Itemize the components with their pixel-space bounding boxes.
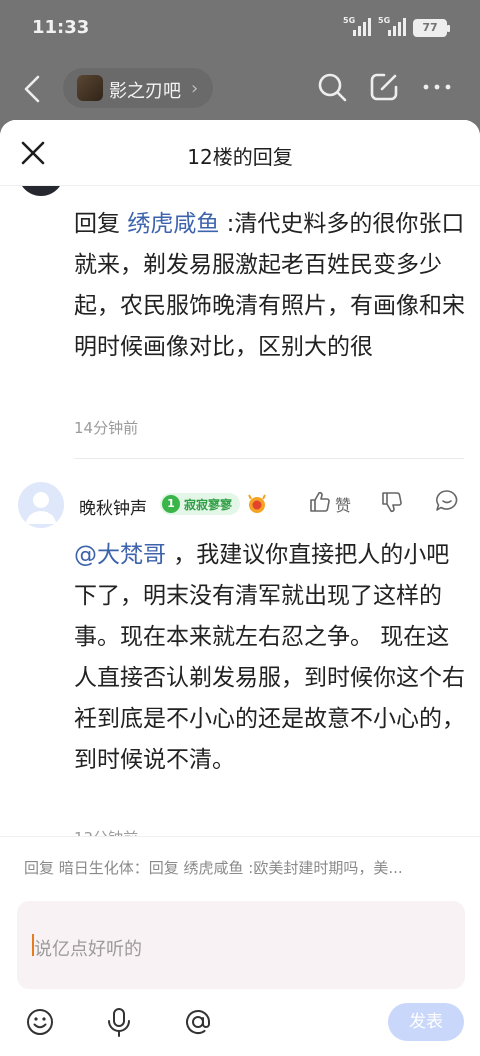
reply-time: 14分钟前 — [74, 419, 139, 437]
avatar[interactable] — [18, 482, 64, 528]
battery-icon: 77 — [413, 19, 450, 37]
comment-icon[interactable] — [434, 488, 460, 514]
reply-sheet: 12楼的回复 回复 绣虎咸鱼 :清代史料多的很你张口就来，剃发易服激起老百姓民变… — [0, 120, 480, 1056]
signal-label: 5G — [343, 16, 356, 25]
at-icon[interactable] — [183, 1007, 213, 1037]
status-time: 11:33 — [32, 17, 90, 38]
more-icon[interactable] — [421, 71, 453, 103]
user-placeholder-icon — [26, 492, 56, 524]
like-icon — [310, 491, 330, 512]
forum-header: 影之刃吧 › — [0, 58, 480, 120]
username[interactable]: 晚秋钟声 — [79, 494, 147, 519]
reply-list[interactable]: 回复 绣虎咸鱼 :清代史料多的很你张口就来，剃发易服激起老百姓民变多少起，农民服… — [0, 186, 480, 836]
quoted-reply: 回复 暗日生化体：回复 绣虎咸鱼 :欧美封建时期吗，美... — [24, 859, 403, 877]
signal-icon: 5G — [378, 16, 410, 38]
forum-name: 影之刃吧 — [109, 81, 181, 102]
chevron-right-icon: › — [191, 78, 199, 99]
forum-chip[interactable]: 影之刃吧 › — [63, 68, 213, 108]
like-label: 赞 — [335, 496, 352, 515]
honor-badge-icon — [248, 494, 266, 513]
reply-time: 13分钟前 — [74, 827, 138, 836]
battery-level: 77 — [422, 21, 438, 34]
reply-text: @大梵哥 ，我建议你直接把人的小吧下了，明末没有清军就出现了这样的事。现在本来就… — [74, 535, 466, 781]
back-icon[interactable] — [20, 72, 44, 106]
divider — [74, 458, 464, 459]
sheet-title: 12楼的回复 — [187, 145, 293, 169]
level-title: 寂寂寥寥 — [184, 498, 233, 512]
screen: 11:33 5G 5G 77 影之刃吧 › 12楼的回复 回复 绣虎咸鱼:清代… — [0, 0, 480, 1056]
avatar[interactable] — [18, 186, 64, 196]
reply-composer: 回复 暗日生化体：回复 绣虎咸鱼 :欧美封建时期吗，美... 说亿点好听的 发表 — [0, 836, 480, 1056]
mention-link[interactable]: 绣虎咸鱼 — [127, 211, 219, 237]
emoji-icon[interactable] — [25, 1007, 55, 1037]
reply-input-placeholder: 说亿点好听的 — [34, 939, 142, 960]
level-badge: 1 寂寂寥寥 — [160, 493, 240, 515]
reply-text: 回复 绣虎咸鱼 :清代史料多的很你张口就来，剃发易服激起老百姓民变多少起，农民服… — [74, 204, 466, 368]
sheet-header: 12楼的回复 — [0, 120, 480, 186]
dislike-icon[interactable] — [380, 490, 404, 514]
microphone-icon[interactable] — [104, 1007, 134, 1037]
send-button[interactable]: 发表 — [388, 1003, 464, 1041]
search-icon[interactable] — [316, 71, 348, 103]
edit-icon[interactable] — [368, 71, 400, 103]
status-bar: 11:33 5G 5G 77 — [0, 0, 480, 58]
mention-link[interactable]: @大梵哥 — [74, 542, 166, 568]
like-button[interactable]: 赞 — [308, 488, 358, 518]
signal-label: 5G — [378, 16, 391, 25]
level-number: 1 — [162, 495, 180, 513]
reply-body: ，我建议你直接把人的小吧下了，明末没有清军就出现了这样的事。现在本来就左右忍之争… — [74, 542, 465, 773]
forum-avatar — [77, 75, 103, 101]
reply-prefix: 回复 — [74, 211, 128, 237]
signal-icon: 5G — [343, 16, 375, 38]
